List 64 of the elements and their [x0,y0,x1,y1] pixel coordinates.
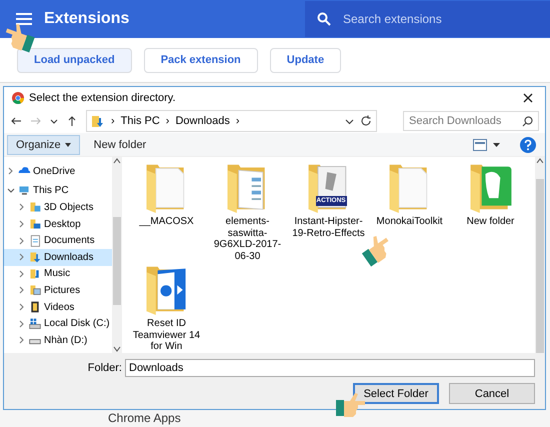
search-icon [317,12,331,26]
scroll-down-icon[interactable] [113,345,121,353]
help-icon[interactable] [520,136,536,152]
dialog-title: Select the extension directory. [29,92,177,104]
search-icon [522,116,533,126]
tree-item[interactable]: This PC [4,182,112,200]
collapsed-chevron-icon[interactable] [7,167,15,176]
caret-icon[interactable] [64,142,71,146]
pictures-icon [28,283,42,298]
up-icon[interactable] [66,115,78,127]
pointing-hand-icon [336,392,366,418]
dialog-button[interactable]: Cancel [449,383,535,404]
breadcrumb[interactable]: Downloads [175,115,230,127]
breadcrumb-separator: › [111,115,115,127]
scroll-up-icon[interactable] [113,157,121,165]
folder-field[interactable]: Downloads [125,359,535,377]
tree-item[interactable]: OneDrive [4,163,112,180]
breadcrumb-separator: › [166,115,170,127]
tree-item[interactable]: Videos [4,298,112,316]
search-field[interactable]: Search Downloads [403,111,539,131]
toolbar-button[interactable]: Update [270,48,342,72]
expanded-chevron-icon[interactable] [7,186,15,195]
file-name[interactable]: __MACOSX [128,216,206,228]
download-icon [91,114,105,128]
section-heading: Chrome Apps [108,411,182,425]
file-name[interactable]: Reset ID Teamviewer 14 for Win [128,318,206,352]
command-button[interactable]: New folder [86,136,154,154]
field-label: Folder: [88,362,122,374]
menu-icon[interactable] [16,13,32,25]
tree-item[interactable]: Desktop [4,216,112,232]
tree-item[interactable]: 3D Objects [4,199,112,216]
refresh-icon[interactable] [360,115,372,127]
dialog-button[interactable]: Select Folder [353,383,439,404]
page-title: Extensions [44,10,130,28]
view-icon[interactable] [473,138,487,150]
desktop-icon [28,217,42,232]
tree-item[interactable]: Local Disk (C:) [4,315,112,332]
scroll-up-icon[interactable] [536,157,544,165]
scrollbar[interactable] [112,157,122,353]
download-icon [28,250,42,264]
caret-icon[interactable] [493,142,500,146]
dropdown-icon[interactable] [345,116,354,126]
search-field[interactable]: Search extensions [305,1,550,37]
file-name[interactable]: New folder [452,216,530,228]
tree-item[interactable]: Downloads [4,248,112,266]
document-icon [28,234,42,248]
disk-icon [28,316,42,331]
file-name[interactable]: Instant-Hipster-19-Retro-Effects [290,216,368,239]
back-icon[interactable] [10,115,22,127]
toolbar-button[interactable]: Load unpacked [17,48,132,72]
breadcrumb-separator: › [236,115,240,127]
browser-icon [12,92,24,104]
toolbar-button[interactable]: Pack extension [144,48,258,72]
command-button[interactable]: Organize [7,134,80,154]
scrollbar[interactable] [535,157,545,353]
tree-item[interactable]: Pictures [4,282,112,299]
cube-icon [28,200,42,214]
file-name[interactable]: MonokaiToolkit [370,216,448,228]
breadcrumb[interactable]: This PC [120,115,160,127]
address-bar[interactable]: › This PC › Downloads › [86,110,377,132]
tree-item[interactable]: Documents [4,232,112,249]
tree-item[interactable]: Nhàn (D:) [4,332,112,349]
file-name[interactable]: elements-saswitta-9G6XLD-2017-06-30 [208,216,286,262]
tree-item[interactable]: Music [4,266,112,282]
